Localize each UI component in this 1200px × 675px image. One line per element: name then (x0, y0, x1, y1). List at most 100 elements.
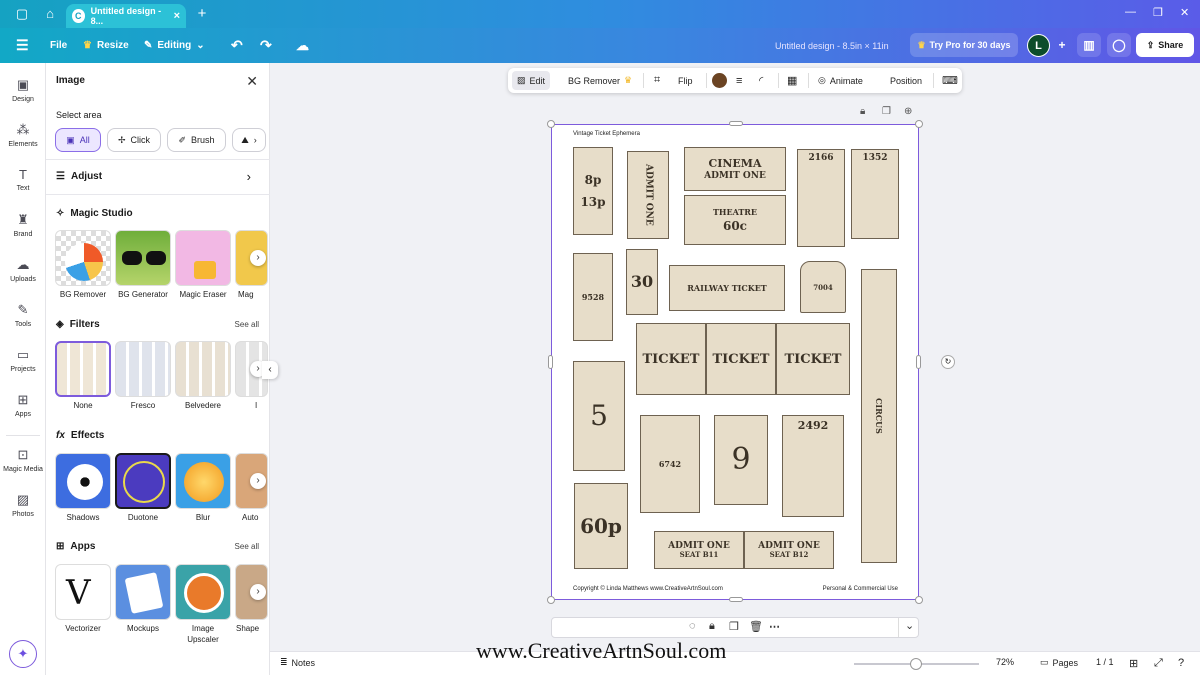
home-icon[interactable]: ⌂ (41, 5, 59, 23)
comments-icon[interactable]: ◯ (1107, 33, 1131, 57)
zoom-slider-knob[interactable] (910, 658, 922, 670)
filter-fresco-thumb[interactable] (115, 341, 171, 397)
resize-handle-bl[interactable] (547, 596, 555, 604)
menu-icon[interactable]: ☰ (16, 37, 29, 54)
add-collaborator-button[interactable]: + (1050, 33, 1074, 57)
trash-icon[interactable]: 🗑︎ (749, 620, 763, 633)
resize-handle-bottom[interactable] (729, 597, 743, 602)
close-window-icon[interactable]: ✕ (1180, 6, 1189, 19)
paint-format-icon[interactable]: ⌨ (942, 68, 958, 93)
filters-see-all-link[interactable]: See all (235, 320, 259, 329)
app-image-upscaler-thumb[interactable] (175, 564, 231, 620)
rail-item-photos[interactable]: ▨ Photos (0, 492, 46, 518)
zoom-slider[interactable] (854, 658, 979, 670)
apps-see-all-link[interactable]: See all (235, 542, 259, 551)
filter-belvedere-thumb[interactable] (175, 341, 231, 397)
notes-button[interactable]: ≣ Notes (280, 657, 315, 668)
bg-remover-thumb[interactable] (55, 230, 111, 286)
avatar[interactable]: L (1027, 34, 1050, 57)
rail-item-uploads[interactable]: ☁ Uploads (0, 257, 46, 283)
magic-media-icon: ⊡ (17, 447, 29, 462)
panel-toggle-icon[interactable]: ▢ (13, 5, 31, 23)
magic-assistant-button[interactable]: ✦ (9, 640, 37, 668)
duplicate-icon[interactable]: ❐ (729, 620, 739, 633)
border-style-icon[interactable]: ≡ (736, 68, 742, 93)
app-mockups-thumb[interactable] (115, 564, 171, 620)
bg-generator-thumb[interactable] (115, 230, 171, 286)
rail-item-tools[interactable]: ✎ Tools (0, 302, 46, 328)
adjust-row[interactable]: ☰ Adjust (56, 171, 102, 182)
select-brush-button[interactable]: ✐ Brush (167, 128, 226, 152)
cloud-save-icon[interactable]: ☁ (296, 38, 309, 54)
design-page[interactable]: Vintage Ticket Ephemera 8p 13p ADMIT ONE … (551, 124, 919, 600)
rail-item-brand[interactable]: ♜ Brand (0, 212, 46, 238)
edit-button[interactable]: ▨ Edit (512, 71, 551, 90)
try-pro-button[interactable]: ♛ Try Pro for 30 days (910, 33, 1018, 57)
color-swatch[interactable] (712, 68, 727, 93)
flip-button[interactable]: Flip (678, 68, 693, 93)
editing-mode-button[interactable]: ✎ Editing ⌄ (144, 40, 205, 51)
rail-item-text[interactable]: T Text (0, 167, 46, 192)
more-options-icon[interactable]: ⋯ (769, 620, 780, 633)
resize-handle-left[interactable] (548, 355, 553, 369)
crop-icon[interactable]: ⌗ (654, 68, 660, 93)
pages-button[interactable]: ▭ Pages (1040, 657, 1078, 668)
effect-shadows-thumb[interactable] (55, 453, 111, 509)
maximize-icon[interactable]: ❐ (1153, 6, 1163, 19)
effect-duotone-label: Duotone (127, 513, 159, 522)
rail-item-design[interactable]: ▣ Design (0, 77, 46, 103)
apps-scroll-right-icon[interactable]: › (250, 584, 266, 600)
fullscreen-icon[interactable]: ⤢ (1154, 657, 1163, 670)
document-title[interactable]: Untitled design - 8.5in × 11in (775, 41, 889, 51)
bg-remover-button[interactable]: BG Remover ♛ (568, 68, 632, 93)
chevron-down-icon[interactable]: ⌄ (905, 619, 914, 632)
position-button[interactable]: Position (890, 68, 922, 93)
browser-tab[interactable]: C Untitled design - 8... × (66, 4, 186, 28)
lock-icon[interactable]: 🔒︎ (860, 106, 865, 117)
duplicate-page-icon[interactable]: ❐ (882, 106, 891, 117)
resize-handle-top[interactable] (729, 121, 743, 126)
help-icon[interactable]: ? (1178, 657, 1184, 669)
grid-view-icon[interactable]: ⊞ (1129, 657, 1138, 670)
magic-scroll-right-icon[interactable]: › (250, 250, 266, 266)
close-tab-icon[interactable]: × (174, 10, 180, 22)
insights-icon[interactable]: ▥ (1077, 33, 1101, 57)
resize-handle-tl[interactable] (547, 120, 555, 128)
undo-icon[interactable]: ↶ (231, 37, 243, 54)
effect-blur-thumb[interactable] (175, 453, 231, 509)
rotate-handle-icon[interactable]: ↻ (941, 355, 955, 369)
transparency-icon[interactable]: ▦ (787, 68, 797, 93)
select-click-button[interactable]: ✢ Click (107, 128, 161, 152)
animate-button[interactable]: ◎ Animate (818, 68, 863, 93)
rail-item-apps[interactable]: ⊞ Apps (0, 392, 46, 418)
redo-icon[interactable]: ↷ (260, 37, 272, 54)
add-page-icon[interactable]: ⊕ (904, 106, 912, 117)
filter-none-thumb[interactable] (55, 341, 111, 397)
zoom-level[interactable]: 72% (996, 657, 1014, 667)
rail-item-projects[interactable]: ▭ Projects (0, 347, 46, 373)
effect-duotone-thumb[interactable] (115, 453, 171, 509)
page-count[interactable]: 1 / 1 (1096, 657, 1114, 667)
new-tab-icon[interactable]: + (193, 5, 211, 23)
resize-button[interactable]: ♛ Resize (83, 40, 129, 51)
minimize-icon[interactable]: — (1125, 6, 1136, 18)
effects-scroll-right-icon[interactable]: › (250, 473, 266, 489)
comment-add-icon[interactable]: ◌ (689, 620, 696, 632)
resize-handle-right[interactable] (916, 355, 921, 369)
page-notes-bar[interactable]: ◌ 🔒︎ ❐ 🗑︎ ⋯ ⌄ (551, 617, 919, 638)
magic-eraser-thumb[interactable] (175, 230, 231, 286)
collapse-panel-button[interactable]: ‹ (262, 361, 278, 379)
rail-item-elements[interactable]: ⁂ Elements (0, 122, 46, 148)
app-vectorizer-thumb[interactable]: V (55, 564, 111, 620)
select-more-button[interactable]: ⛰ › (232, 128, 266, 152)
chevron-right-icon[interactable]: › (247, 169, 251, 184)
lock-icon[interactable]: 🔒︎ (709, 620, 715, 633)
corner-rounding-icon[interactable]: ◜ (759, 68, 763, 93)
close-panel-icon[interactable]: ✕ (246, 73, 258, 90)
rail-item-magic-media[interactable]: ⊡ Magic Media (0, 447, 46, 473)
file-menu[interactable]: File (50, 40, 67, 51)
select-all-button[interactable]: ▣ All (55, 128, 101, 152)
resize-handle-br[interactable] (915, 596, 923, 604)
resize-handle-tr[interactable] (915, 120, 923, 128)
share-button[interactable]: ⇪ Share (1136, 33, 1194, 57)
